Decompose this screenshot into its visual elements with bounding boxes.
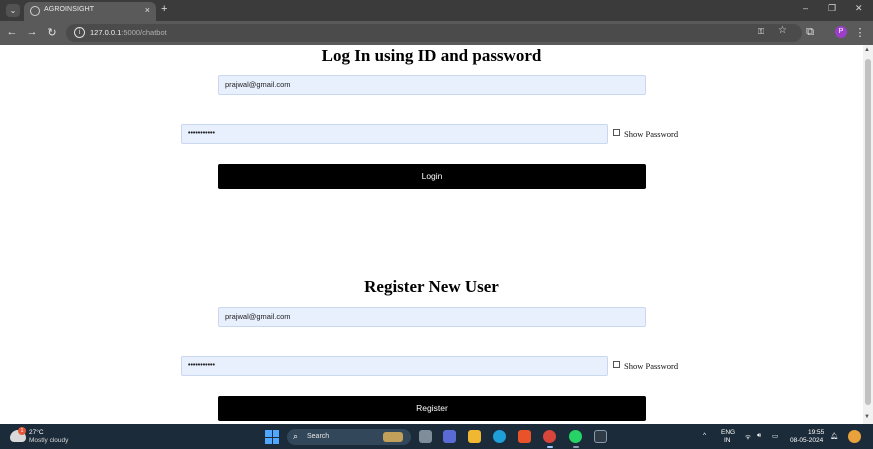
profile-avatar[interactable]: P <box>835 26 847 38</box>
login-button[interactable]: Login <box>218 164 646 189</box>
chrome-active-indicator <box>547 446 553 448</box>
taskbar-search-label: Search <box>307 433 330 440</box>
notification-bell-icon[interactable]: 🔔︎ <box>830 432 838 440</box>
login-password-input[interactable]: ••••••••••• <box>181 124 608 144</box>
url-path: :5000/chatbot <box>121 28 167 37</box>
address-bar[interactable]: i 127.0.0.1:5000/chatbot ⚿ ☆ <box>66 24 802 42</box>
new-tab-button[interactable]: + <box>161 3 167 15</box>
register-button[interactable]: Register <box>218 396 646 421</box>
scroll-down-arrow-icon[interactable]: ▼ <box>864 414 870 420</box>
scroll-up-arrow-icon[interactable]: ▲ <box>864 47 870 53</box>
extensions-icon[interactable]: ⧉ <box>803 26 817 39</box>
browser-toolbar: ← → ↻ i 127.0.0.1:5000/chatbot ⚿ ☆ ⧉ P ⋮ <box>0 21 873 45</box>
search-icon: ⌕ <box>293 431 299 441</box>
register-password-input[interactable]: ••••••••••• <box>181 356 608 376</box>
weather-badge: 1 <box>18 427 26 435</box>
brave-icon[interactable] <box>518 430 531 443</box>
login-email-input[interactable]: prajwal@gmail.com <box>218 75 646 95</box>
page-scrollbar[interactable]: ▲ ▼ <box>863 45 873 424</box>
taskbar-search-box[interactable]: ⌕ Search <box>287 429 411 445</box>
browser-menu-icon[interactable]: ⋮ <box>853 26 867 39</box>
login-title: Log In using ID and password <box>321 46 542 65</box>
windows-taskbar: 1 27°C Mostly cloudy ⌕ Search ^ ENG IN ᯤ… <box>0 424 873 449</box>
weather-description[interactable]: Mostly cloudy <box>29 437 68 444</box>
windows-start-icon[interactable] <box>265 430 279 444</box>
whatsapp-open-indicator <box>573 446 579 448</box>
page-content: Log In using ID and password prajwal@gma… <box>0 45 863 424</box>
chrome-icon[interactable] <box>543 430 556 443</box>
bookmark-star-icon[interactable]: ☆ <box>778 25 787 36</box>
reload-button[interactable]: ↻ <box>45 26 59 39</box>
battery-icon[interactable]: ▭ <box>772 432 778 440</box>
scrollbar-thumb[interactable] <box>865 59 871 405</box>
terminal-icon[interactable] <box>594 430 607 443</box>
whatsapp-icon[interactable] <box>569 430 582 443</box>
tab-search-menu-button[interactable]: ⌄ <box>6 4 20 17</box>
browser-tab-bar: ⌄ AGROINSIGHT × + – ❐ ✕ <box>0 0 873 21</box>
register-title: Register New User <box>364 277 499 296</box>
weather-temperature[interactable]: 27°C <box>29 429 44 436</box>
url-text[interactable]: 127.0.0.1:5000/chatbot <box>90 28 167 37</box>
register-email-input[interactable]: prajwal@gmail.com <box>218 307 646 327</box>
password-key-icon[interactable]: ⚿ <box>758 27 764 37</box>
login-show-password-label[interactable]: Show Password <box>624 129 678 139</box>
search-highlight-image <box>383 432 403 442</box>
site-info-icon[interactable]: i <box>74 27 85 38</box>
register-show-password-checkbox[interactable] <box>613 361 620 368</box>
minimize-button[interactable]: – <box>803 3 808 13</box>
file-explorer-icon[interactable] <box>468 430 481 443</box>
restore-button[interactable]: ❐ <box>828 3 836 14</box>
clock-time[interactable]: 19:55 <box>808 429 824 436</box>
globe-icon <box>30 6 40 16</box>
chevron-down-icon: ⌄ <box>9 6 17 15</box>
browser-tab[interactable]: AGROINSIGHT × <box>24 2 156 21</box>
wifi-icon[interactable]: ᯤ <box>745 432 751 441</box>
teams-icon[interactable] <box>443 430 456 443</box>
show-hidden-icons-chevron-icon[interactable]: ^ <box>703 432 706 439</box>
login-show-password-checkbox[interactable] <box>613 129 620 136</box>
language-region[interactable]: IN <box>724 437 731 444</box>
volume-icon[interactable]: 🔊︎ <box>757 432 761 440</box>
forward-button[interactable]: → <box>25 26 39 38</box>
back-button[interactable]: ← <box>5 26 19 38</box>
register-show-password-label[interactable]: Show Password <box>624 361 678 371</box>
clock-date[interactable]: 08-05-2024 <box>790 437 823 444</box>
url-host: 127.0.0.1 <box>90 28 122 37</box>
window-close-button[interactable]: ✕ <box>855 3 863 14</box>
language-code[interactable]: ENG <box>721 429 735 436</box>
tab-close-icon[interactable]: × <box>145 5 150 15</box>
task-view-icon[interactable] <box>419 430 432 443</box>
edge-icon[interactable] <box>493 430 506 443</box>
copilot-icon[interactable] <box>848 430 861 443</box>
tab-title: AGROINSIGHT <box>44 6 95 13</box>
